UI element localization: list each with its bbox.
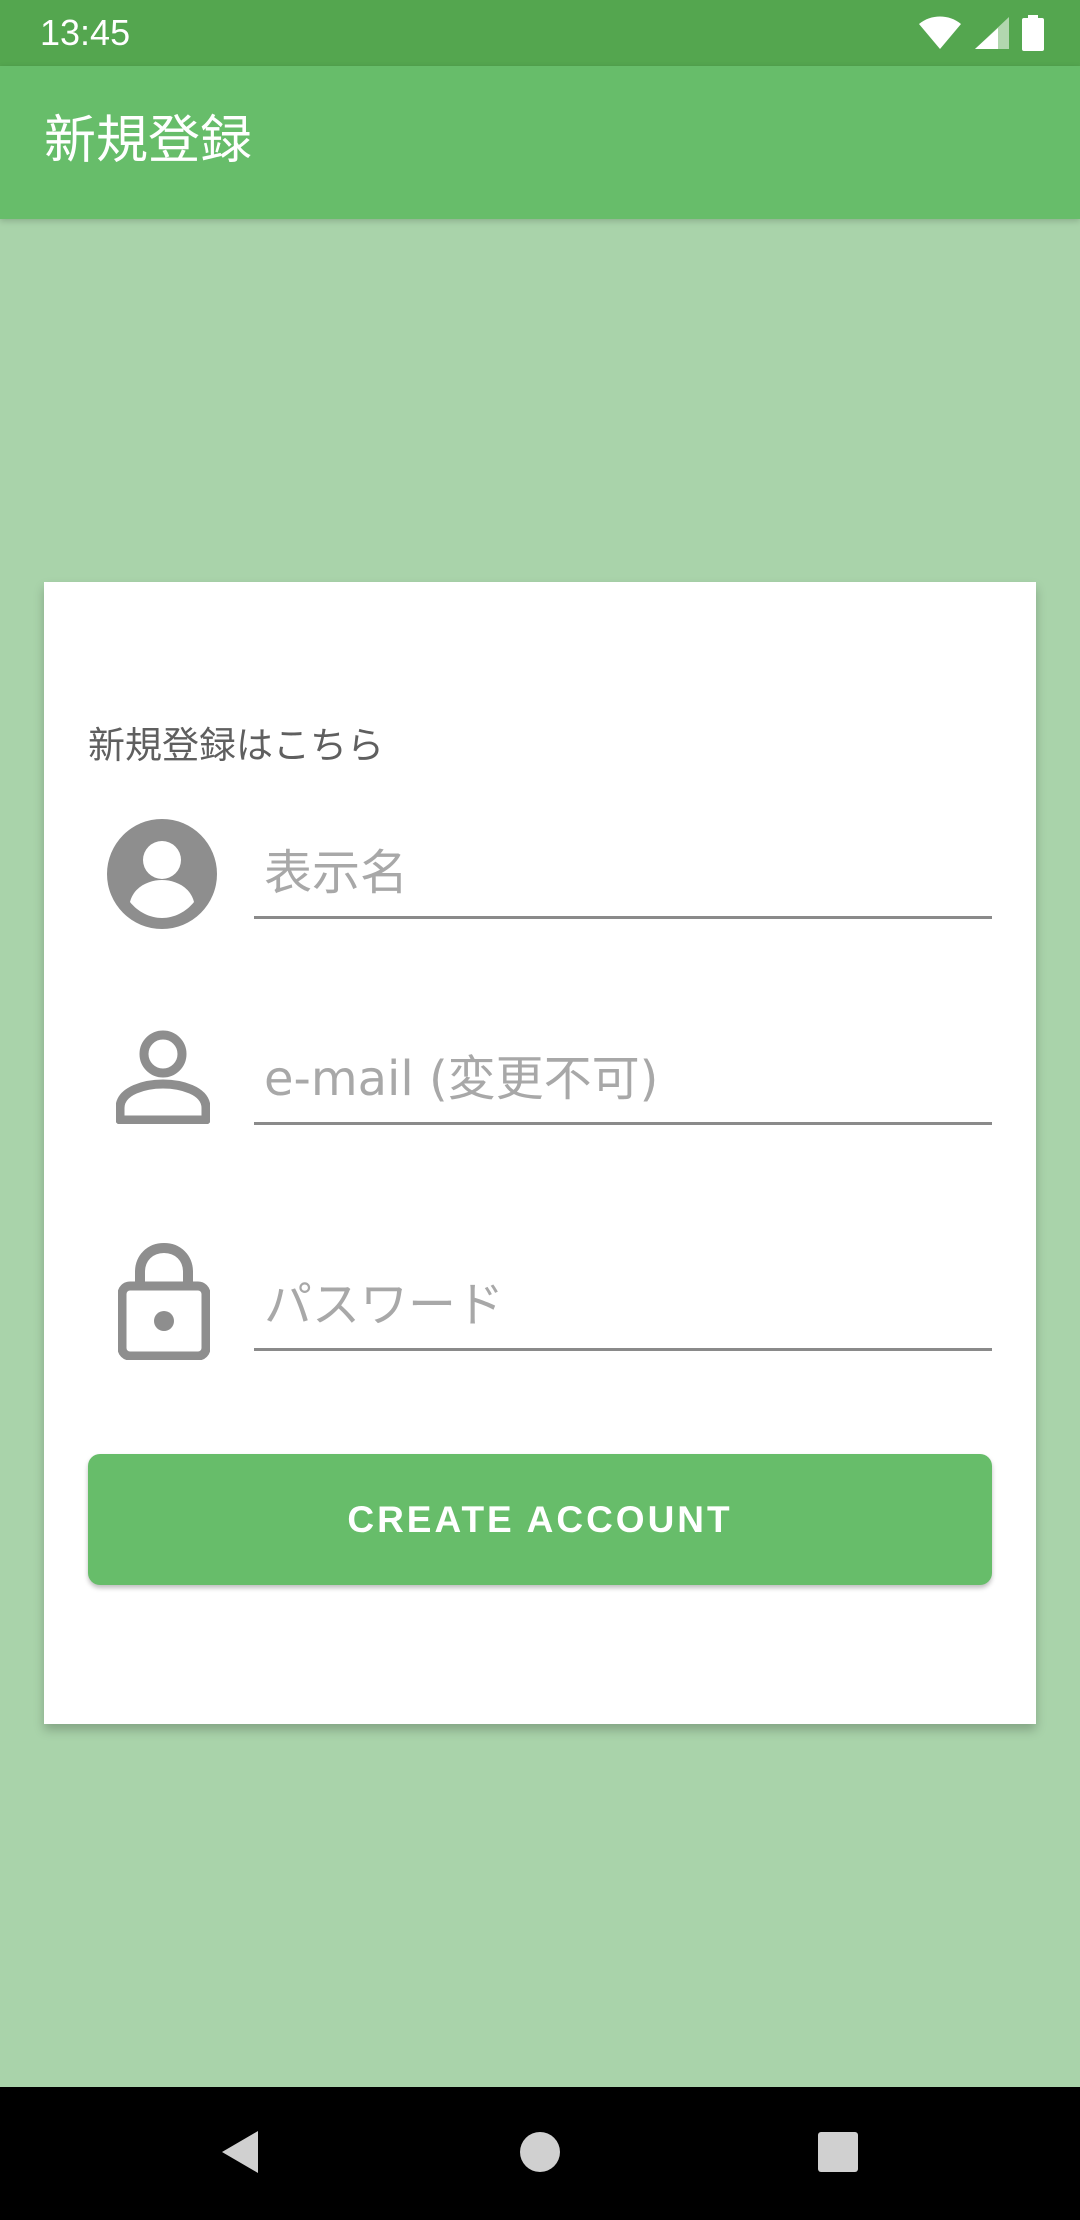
email-input[interactable] (254, 1044, 992, 1125)
password-input[interactable] (254, 1270, 992, 1351)
display-name-input[interactable] (254, 838, 992, 919)
wifi-icon (918, 16, 962, 50)
create-account-button[interactable]: CREATE ACCOUNT (88, 1454, 992, 1585)
status-time: 13:45 (40, 12, 131, 53)
back-icon (220, 2129, 260, 2179)
navigation-bar (0, 2087, 1080, 2220)
battery-icon (1022, 15, 1044, 51)
home-icon (519, 2131, 561, 2177)
registration-card: 新規登録はこちら 表示名 e-mail (変更不可) CREATE ACCOUN… (44, 582, 1036, 1724)
back-button[interactable] (175, 2087, 305, 2220)
email-row (44, 1030, 1036, 1160)
status-bar: 13:45 (0, 0, 1080, 66)
recents-button[interactable] (773, 2087, 903, 2220)
app-bar: 新規登録 (0, 66, 1080, 219)
cell-signal-icon (974, 16, 1010, 50)
password-row (44, 1242, 1036, 1372)
account-circle-icon (106, 818, 217, 938)
status-icons (918, 14, 1044, 52)
app-title: 新規登録 (44, 111, 253, 171)
screen: 13:45 新規登録 新規登録はこちら 表示名 e-mail (変更不可) CR… (0, 0, 1080, 2220)
home-button[interactable] (475, 2087, 605, 2220)
display-name-row (44, 818, 1036, 948)
recents-icon (817, 2131, 859, 2177)
person-outline-icon (116, 1030, 226, 1150)
form-heading: 新規登録はこちら (88, 724, 384, 767)
lock-icon (118, 1242, 228, 1362)
